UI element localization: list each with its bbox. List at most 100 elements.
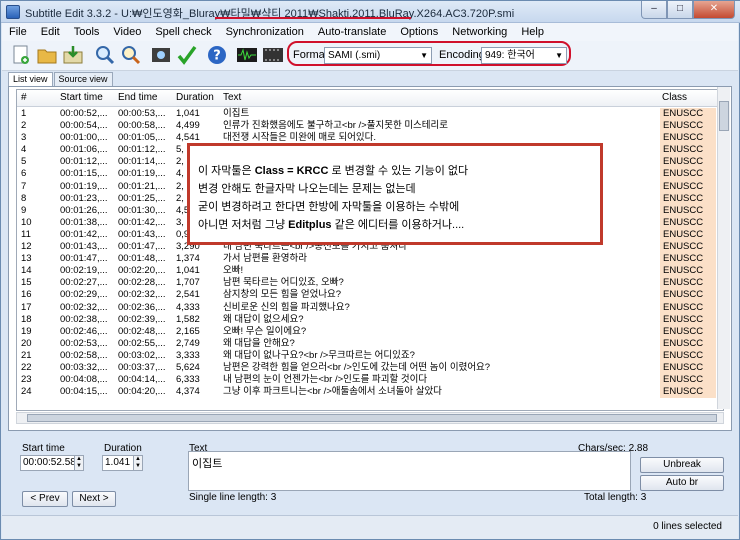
table-row[interactable]: 21 00:02:58,... 00:03:02,... 3,333 왜 대답이 없나구… — [17, 349, 723, 362]
table-row[interactable]: 19 00:02:46,... 00:02:48,... 2,165 오빠! 무슨 일이… — [17, 325, 723, 338]
note-bold: Class = KRCC — [254, 165, 329, 177]
visual-sync-icon[interactable] — [150, 44, 172, 66]
row-class: ENUSCC — [660, 301, 716, 314]
new-file-icon[interactable] — [10, 44, 32, 66]
row-number: 13 — [21, 253, 32, 265]
table-row[interactable]: 20 00:02:53,... 00:02:55,... 2,749 왜 대답을 안해요… — [17, 337, 723, 350]
row-number: 14 — [21, 265, 32, 277]
row-start: 00:02:46,... — [60, 325, 108, 337]
menu-synchronization[interactable]: Synchronization — [219, 26, 311, 38]
table-row[interactable]: 1 00:00:52,... 00:00:53,... 1,041 이집트 ENUSCC — [17, 108, 723, 121]
scrollbar-thumb[interactable] — [719, 101, 729, 131]
prev-button[interactable]: < Prev — [22, 491, 68, 507]
row-start: 00:00:52,... — [60, 108, 108, 119]
row-duration: 2, — [176, 156, 184, 168]
menu-edit[interactable]: Edit — [34, 26, 67, 38]
minimize-button[interactable]: – — [641, 1, 667, 19]
app-window: Subtitle Edit 3.3.2 - U:₩인도영화_Bluray₩타밀₩… — [0, 0, 740, 540]
menu-networking[interactable]: Networking — [445, 26, 514, 38]
table-row[interactable]: 14 00:02:19,... 00:02:20,... 1,041 오빠! ENUSCC — [17, 265, 723, 278]
find-icon[interactable] — [94, 44, 116, 66]
column-header-duration[interactable]: Duration — [176, 92, 214, 103]
row-start: 00:04:08,... — [60, 374, 108, 386]
waveform-icon[interactable] — [236, 44, 258, 66]
auto-br-button[interactable]: Auto br — [640, 475, 724, 491]
vertical-scrollbar[interactable] — [717, 87, 730, 409]
row-end: 00:02:48,... — [118, 325, 166, 337]
column-header-text[interactable]: Text — [223, 92, 241, 103]
row-end: 00:01:21,... — [118, 180, 166, 192]
title-bar[interactable]: Subtitle Edit 3.3.2 - U:₩인도영화_Bluray₩타밀₩… — [1, 1, 740, 23]
table-row[interactable]: 23 00:04:08,... 00:04:14,... 6,333 내 남편의 눈이 … — [17, 374, 723, 387]
menu-auto-translate[interactable]: Auto-translate — [311, 26, 393, 38]
row-end: 00:04:14,... — [118, 374, 166, 386]
menu-tools[interactable]: Tools — [67, 26, 107, 38]
format-select[interactable]: SAMI (.smi) ▼ — [324, 47, 432, 64]
column-header-start[interactable]: Start time — [60, 92, 103, 103]
row-number: 3 — [21, 132, 27, 144]
chevron-down-icon: ▼ — [555, 51, 563, 60]
encoding-select[interactable]: 949: 한국어 ▼ — [481, 47, 567, 64]
row-class: ENUSCC — [660, 144, 716, 157]
app-icon — [6, 5, 20, 19]
close-button[interactable]: ✕ — [693, 1, 735, 19]
selection-status: 0 lines selected — [653, 521, 722, 532]
spell-check-icon[interactable] — [176, 44, 198, 66]
save-icon[interactable] — [62, 44, 84, 66]
open-folder-icon[interactable] — [36, 44, 58, 66]
column-header-number[interactable]: # — [21, 92, 27, 103]
table-row[interactable]: 17 00:02:32,... 00:02:36,... 4,333 신비로운 신의 힘… — [17, 301, 723, 314]
start-time-input[interactable]: 00:00:52.583 — [20, 455, 82, 471]
table-row[interactable]: 13 00:01:47,... 00:01:48,... 1,374 가서 남편를 환영… — [17, 253, 723, 266]
row-start: 00:04:15,... — [60, 386, 108, 398]
subtitle-list[interactable]: # Start time End time Duration Text Clas… — [16, 89, 724, 411]
row-text: 오빠! — [223, 265, 244, 277]
duration-spinner[interactable]: ▲ ▼ — [133, 455, 143, 471]
scrollbar-thumb[interactable] — [27, 414, 717, 422]
row-class: ENUSCC — [660, 289, 716, 302]
start-time-spinner[interactable]: ▲ ▼ — [74, 455, 84, 471]
menu-bar: File Edit Tools Video Spell check Synchr… — [2, 23, 738, 41]
table-row[interactable]: 2 00:00:54,... 00:00:58,... 4,499 인류가 진화했음에도… — [17, 120, 723, 133]
row-end: 00:00:53,... — [118, 108, 166, 119]
row-duration: 2,749 — [176, 337, 200, 349]
tab-source-view[interactable]: Source view — [53, 72, 113, 86]
encoding-select-value: 949: 한국어 — [485, 50, 535, 61]
row-text: 내 남편의 눈이 언젠가는<br />인도를 파괴할 것이다 — [223, 374, 428, 386]
row-text: 신비로운 신의 힘을 파괴했나요? — [223, 301, 350, 313]
menu-spell-check[interactable]: Spell check — [148, 26, 218, 38]
menu-video[interactable]: Video — [106, 26, 148, 38]
table-row[interactable]: 15 00:02:27,... 00:02:28,... 1,707 남편 묵타르는 어… — [17, 277, 723, 290]
menu-options[interactable]: Options — [393, 26, 445, 38]
column-header-class[interactable]: Class — [662, 92, 687, 103]
tab-list-view[interactable]: List view — [8, 72, 53, 87]
row-text: 남편 묵타르는 어디있죠, 오빠? — [223, 277, 344, 289]
table-row[interactable]: 18 00:02:38,... 00:02:39,... 1,582 왜 대답이 없으세… — [17, 313, 723, 326]
maximize-button[interactable]: □ — [667, 1, 693, 19]
table-row[interactable]: 22 00:03:32,... 00:03:37,... 5,624 남편은 강력한 힘… — [17, 361, 723, 375]
row-number: 20 — [21, 337, 32, 349]
replace-icon[interactable] — [120, 44, 142, 66]
row-end: 00:01:30,... — [118, 204, 166, 216]
row-text: 그냥 이후 파크트니는<br />애둘솜에서 소녀돌아 살았다 — [223, 386, 442, 398]
unbreak-button[interactable]: Unbreak — [640, 457, 724, 473]
subtitle-text-input[interactable]: 이집트 — [188, 451, 631, 491]
row-start: 00:02:58,... — [60, 349, 108, 361]
row-text: 인류가 진화했음에도 불구하고<br />풀지못한 미스테리로 — [223, 120, 449, 132]
row-end: 00:01:25,... — [118, 192, 166, 204]
duration-input[interactable]: 1.041 — [102, 455, 136, 471]
view-tabs: List view Source view — [8, 72, 114, 87]
column-header-end[interactable]: End time — [118, 92, 157, 103]
help-icon[interactable]: ? — [206, 44, 228, 66]
subtitle-editor: Start time 00:00:52.583 ▲ ▼ Duration 1.04… — [8, 435, 732, 511]
menu-help[interactable]: Help — [514, 26, 551, 38]
filename-highlight — [215, 17, 411, 19]
horizontal-scrollbar[interactable] — [16, 412, 724, 424]
table-row[interactable]: 16 00:02:29,... 00:02:32,... 2,541 삼지창의 모든 힘… — [17, 289, 723, 302]
table-row[interactable]: 24 00:04:15,... 00:04:20,... 4,374 그냥 이후 파크트… — [17, 386, 723, 399]
menu-file[interactable]: File — [2, 26, 34, 38]
row-class: ENUSCC — [660, 180, 716, 193]
video-icon[interactable] — [262, 44, 284, 66]
next-button[interactable]: Next > — [72, 491, 116, 507]
row-number: 23 — [21, 374, 32, 386]
